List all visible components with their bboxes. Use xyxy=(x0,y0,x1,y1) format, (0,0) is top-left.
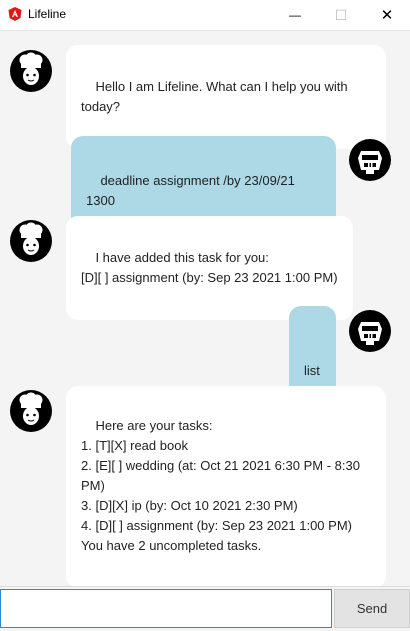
chat-area[interactable]: Hello I am Lifeline. What can I help you… xyxy=(0,31,410,588)
message-text: Hello I am Lifeline. What can I help you… xyxy=(81,79,348,114)
title-bar: Lifeline — ☐ ✕ xyxy=(0,0,410,31)
input-area: Send xyxy=(0,586,410,631)
window-title: Lifeline xyxy=(28,7,67,21)
app-icon xyxy=(8,7,22,21)
message-text: Here are your tasks: 1. [T][X] read book… xyxy=(81,418,360,553)
maximize-icon: ☐ xyxy=(334,6,348,23)
bot-message: I have added this task for you: [D][ ] a… xyxy=(66,216,353,320)
minimize-button[interactable]: — xyxy=(272,0,318,30)
user-avatar-icon xyxy=(349,139,391,181)
user-avatar-icon xyxy=(349,310,391,352)
message-text: deadline assignment /by 23/09/21 1300 xyxy=(86,173,299,208)
bot-message: Hello I am Lifeline. What can I help you… xyxy=(66,45,386,149)
minimize-icon: — xyxy=(289,8,301,22)
bot-message: Here are your tasks: 1. [T][X] read book… xyxy=(66,386,386,588)
send-button[interactable]: Send xyxy=(334,589,410,628)
bot-avatar-icon xyxy=(10,220,52,262)
bot-avatar-icon xyxy=(10,390,52,432)
message-input[interactable] xyxy=(0,589,332,628)
close-icon: ✕ xyxy=(380,7,394,24)
maximize-button[interactable]: ☐ xyxy=(318,0,364,30)
bot-avatar-icon xyxy=(10,50,52,92)
close-button[interactable]: ✕ xyxy=(364,0,410,30)
message-text: I have added this task for you: [D][ ] a… xyxy=(81,250,338,285)
message-text: list xyxy=(304,363,320,378)
